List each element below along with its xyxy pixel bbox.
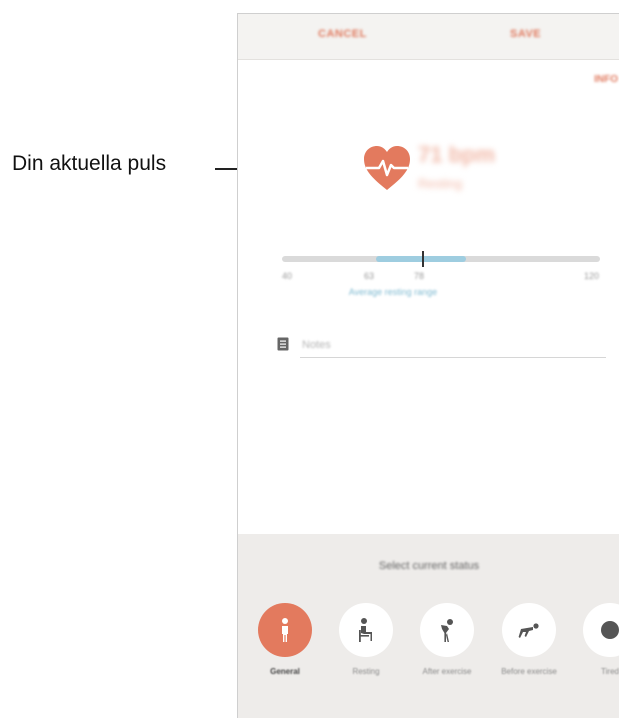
current-rate-marker bbox=[422, 251, 424, 267]
status-general-label: General bbox=[270, 667, 300, 676]
range-tick-low: 63 bbox=[364, 271, 375, 281]
average-range-fill bbox=[376, 256, 466, 262]
status-after-exercise-button[interactable]: After exercise bbox=[414, 603, 480, 677]
callout-label: Din aktuella puls bbox=[12, 152, 167, 175]
status-panel: Select current status General Resting Af… bbox=[238, 534, 619, 718]
status-tired-label: Tired bbox=[601, 667, 619, 676]
heart-rate-icon bbox=[364, 146, 410, 190]
cancel-button[interactable]: CANCEL bbox=[318, 28, 367, 40]
range-tick-high: 78 bbox=[414, 271, 425, 281]
memo-input[interactable] bbox=[300, 335, 606, 358]
status-tired-button[interactable]: Tired bbox=[577, 603, 619, 677]
status-after-exercise-label: After exercise bbox=[422, 667, 472, 676]
info-link[interactable]: INFO bbox=[594, 74, 618, 85]
heart-rate-range-bar bbox=[282, 251, 600, 267]
status-icon bbox=[601, 621, 619, 639]
range-tick-max: 120 bbox=[584, 271, 600, 281]
status-before-exercise-button[interactable]: Before exercise bbox=[496, 603, 562, 677]
phone-screen: CANCEL SAVE INFO 71 bpm Resting 40 63 78… bbox=[237, 13, 619, 718]
sitting-person-icon bbox=[359, 618, 372, 642]
status-before-exercise-label: Before exercise bbox=[501, 667, 557, 676]
heart-rate-value: 71 bpm bbox=[418, 142, 496, 167]
memo-icon bbox=[277, 337, 289, 351]
save-button[interactable]: SAVE bbox=[510, 28, 541, 40]
standing-person-icon bbox=[282, 618, 288, 642]
heart-rate-subtext: Resting bbox=[418, 176, 463, 191]
status-general-button[interactable]: General bbox=[252, 603, 318, 677]
top-action-bar: CANCEL SAVE bbox=[238, 14, 619, 60]
range-tick-min: 40 bbox=[282, 271, 293, 281]
bent-over-person-icon bbox=[441, 619, 453, 642]
status-resting-button[interactable]: Resting bbox=[333, 603, 399, 677]
status-resting-label: Resting bbox=[352, 667, 380, 676]
average-range-label: Average resting range bbox=[348, 287, 438, 297]
starting-position-icon bbox=[518, 623, 539, 638]
status-title: Select current status bbox=[378, 560, 480, 572]
